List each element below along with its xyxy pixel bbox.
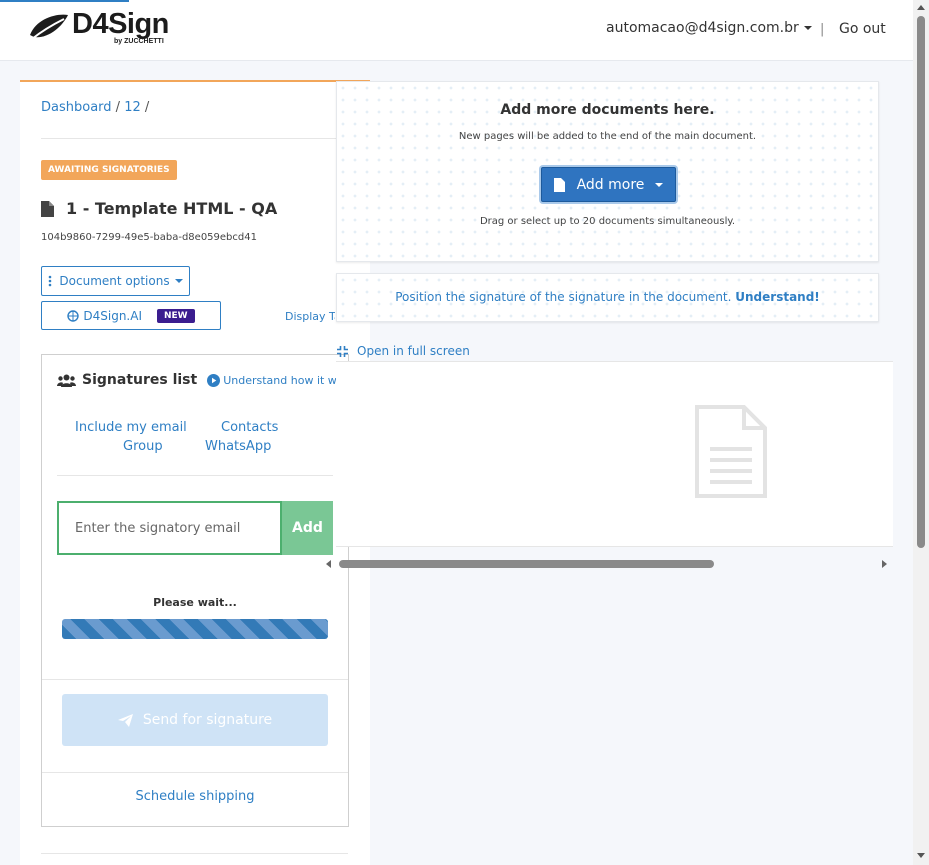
- signatures-title: Signatures list: [82, 372, 198, 388]
- divider: [42, 772, 348, 773]
- scroll-up-arrow-icon[interactable]: [917, 5, 925, 10]
- play-circle-icon: [207, 373, 221, 387]
- send-for-signature-button[interactable]: Send for signature: [62, 694, 328, 746]
- loading-progress-bar: [62, 619, 328, 639]
- contacts-link[interactable]: Contacts: [221, 420, 278, 435]
- whatsapp-link[interactable]: WhatsApp: [205, 439, 271, 454]
- position-signature-banner: Position the signature of the signature …: [336, 273, 879, 322]
- divider: [42, 679, 348, 680]
- status-badge: AWAITING SIGNATORIES: [41, 160, 177, 180]
- breadcrumb: Dashboard / 12 /: [41, 100, 149, 115]
- include-my-email-link[interactable]: Include my email: [75, 420, 187, 435]
- d4sign-ai-label: D4Sign.AI: [83, 308, 142, 323]
- schedule-shipping-link[interactable]: Schedule shipping: [42, 789, 348, 804]
- divider: [41, 853, 348, 854]
- d4sign-ai-button[interactable]: D4Sign.AI NEW: [41, 301, 221, 330]
- signatory-email-input[interactable]: [57, 501, 282, 555]
- dropzone-title: Add more documents here.: [500, 102, 715, 118]
- chevron-down-icon: [655, 182, 664, 187]
- document-title-text: 1 - Template HTML - QA: [66, 199, 278, 218]
- logout-link[interactable]: Go out: [839, 21, 886, 37]
- add-more-button[interactable]: Add more: [541, 167, 676, 202]
- d4sign-logo[interactable]: D4Sign by ZUCCHETTI: [28, 10, 169, 45]
- users-icon: [57, 374, 76, 387]
- user-menu[interactable]: automacao@d4sign.com.br: [606, 20, 812, 36]
- loading-strip: [0, 0, 129, 2]
- signatures-header: Signatures list Understand how it works: [57, 372, 360, 388]
- document-id: 104b9860-7299-49e5-baba-d8e059ebcd41: [41, 232, 257, 243]
- scroll-down-arrow-icon[interactable]: [917, 853, 925, 858]
- chevron-down-icon: [803, 26, 812, 30]
- leaf-logo-icon: [30, 14, 68, 40]
- document-title: 1 - Template HTML - QA: [41, 199, 277, 218]
- logo-text: D4Sign: [72, 8, 169, 40]
- document-viewer[interactable]: [336, 361, 893, 547]
- add-more-label: Add more: [576, 176, 645, 193]
- divider: [57, 475, 333, 476]
- position-signature-text: Position the signature of the signature …: [337, 290, 878, 304]
- please-wait-text: Please wait...: [153, 596, 237, 609]
- viewer-horizontal-scrollbar[interactable]: [322, 557, 893, 571]
- page-vertical-scrollbar[interactable]: [913, 0, 929, 865]
- vertical-dots-icon: [49, 275, 52, 287]
- scroll-left-arrow-icon[interactable]: [326, 560, 331, 568]
- file-icon: [41, 200, 54, 217]
- add-signatory-button[interactable]: Add: [282, 501, 333, 555]
- understand-link[interactable]: Understand!: [735, 290, 820, 304]
- file-icon: [553, 177, 565, 192]
- position-instruction: Position the signature of the signature …: [395, 290, 732, 304]
- open-fullscreen-link[interactable]: Open in full screen: [336, 344, 470, 358]
- signatures-panel: Signatures list Understand how it works …: [41, 354, 360, 827]
- add-documents-dropzone[interactable]: Add more documents here. New pages will …: [336, 81, 879, 262]
- dropzone-subtitle: New pages will be added to the end of th…: [458, 131, 757, 142]
- document-placeholder-icon: [695, 405, 767, 498]
- breadcrumb-folder[interactable]: 12: [124, 100, 141, 115]
- send-for-signature-label: Send for signature: [142, 712, 273, 728]
- display-link[interactable]: Display Ta: [285, 310, 335, 323]
- divider: [41, 138, 348, 139]
- breadcrumb-separator: /: [144, 100, 150, 115]
- paper-plane-icon: [117, 713, 133, 727]
- document-options-label: Document options: [59, 274, 170, 288]
- top-header: D4Sign by ZUCCHETTI automacao@d4sign.com…: [0, 0, 913, 61]
- chevron-down-icon: [174, 279, 183, 283]
- scroll-thumb[interactable]: [917, 16, 925, 548]
- breadcrumb-dashboard[interactable]: Dashboard: [41, 100, 112, 115]
- scroll-thumb[interactable]: [339, 560, 714, 568]
- ai-brain-icon: [67, 309, 80, 322]
- open-fullscreen-label: Open in full screen: [357, 344, 470, 358]
- logo-subtext: by ZUCCHETTI: [114, 38, 164, 45]
- header-separator: |: [820, 22, 825, 37]
- document-sidebar: Dashboard / 12 / AWAITING SIGNATORIES 1 …: [20, 80, 370, 865]
- dropzone-hint: Drag or select up to 20 documents simult…: [479, 216, 736, 227]
- user-email: automacao@d4sign.com.br: [606, 20, 799, 36]
- breadcrumb-separator: /: [115, 100, 121, 115]
- new-badge: NEW: [157, 308, 195, 323]
- group-link[interactable]: Group: [123, 439, 163, 454]
- document-options-button[interactable]: Document options: [41, 266, 190, 296]
- scroll-right-arrow-icon[interactable]: [882, 560, 887, 568]
- signatory-email-row: Add: [57, 501, 333, 555]
- compress-icon: [337, 345, 348, 357]
